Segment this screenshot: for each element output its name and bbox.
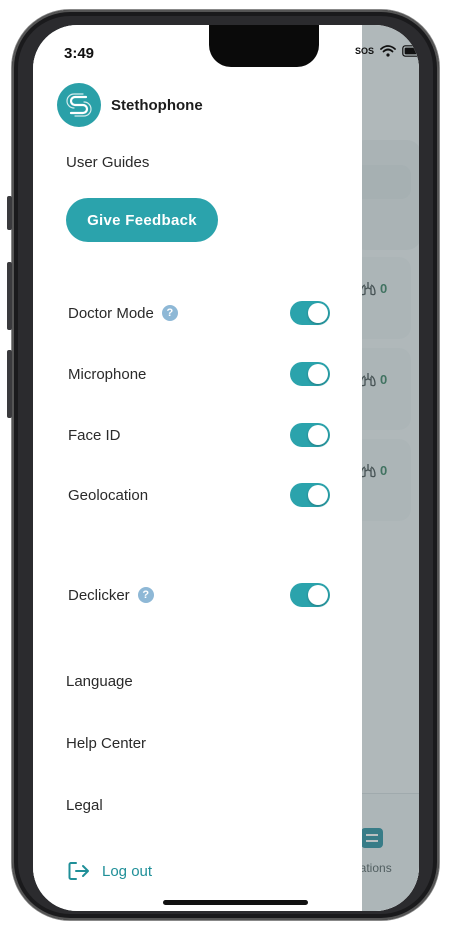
camera-notch — [209, 25, 319, 67]
doctor-mode-toggle[interactable] — [290, 301, 330, 325]
status-icons: SOS — [355, 45, 419, 57]
setting-microphone: Microphone — [68, 360, 330, 388]
brand-name: Stethophone — [111, 96, 203, 114]
legal-link[interactable]: Legal — [66, 797, 103, 814]
setting-doctor-mode: Doctor Mode ? — [68, 299, 330, 327]
question-mark-icon[interactable]: ? — [161, 305, 178, 321]
toggle-knob — [308, 425, 328, 445]
toggle-knob — [308, 303, 328, 323]
toggle-knob — [308, 364, 328, 384]
setting-label: Microphone — [68, 365, 147, 383]
user-guides-link[interactable]: User Guides — [66, 154, 149, 171]
toggle-knob — [308, 485, 328, 505]
logout-arrow-icon — [68, 862, 89, 880]
setting-label: Face ID — [68, 426, 121, 444]
question-mark-icon[interactable]: ? — [137, 587, 154, 603]
face-id-toggle[interactable] — [290, 423, 330, 447]
logout-label: Log out — [102, 862, 153, 880]
screen: 0 0 0 nations 3:49 Stethophone User Guid… — [33, 25, 419, 911]
setting-geolocation: Geolocation — [68, 481, 330, 509]
give-feedback-button[interactable]: Give Feedback — [66, 198, 218, 242]
stethophone-logo-icon — [57, 83, 101, 127]
volume-down-button — [7, 350, 12, 418]
brand: Stethophone — [57, 83, 203, 127]
setting-label: Doctor Mode — [68, 304, 154, 322]
logout-button[interactable]: Log out — [68, 861, 152, 881]
sos-indicator: SOS — [355, 46, 375, 56]
setting-face-id: Face ID — [68, 421, 330, 449]
microphone-toggle[interactable] — [290, 362, 330, 386]
setting-label: Geolocation — [68, 486, 149, 504]
side-drawer: 3:49 Stethophone User Guides Give Feedba… — [33, 25, 362, 911]
declicker-toggle[interactable] — [290, 583, 330, 607]
mute-switch — [7, 196, 12, 230]
wifi-icon — [380, 45, 396, 57]
status-time: 3:49 — [64, 45, 95, 62]
toggle-knob — [308, 585, 328, 605]
geolocation-toggle[interactable] — [290, 483, 330, 507]
help-center-link[interactable]: Help Center — [66, 735, 146, 752]
home-indicator[interactable] — [163, 900, 308, 905]
setting-declicker: Declicker ? — [68, 581, 330, 609]
volume-up-button — [7, 262, 12, 330]
battery-icon — [402, 45, 419, 57]
setting-label: Declicker — [68, 586, 130, 604]
language-link[interactable]: Language — [66, 673, 133, 690]
